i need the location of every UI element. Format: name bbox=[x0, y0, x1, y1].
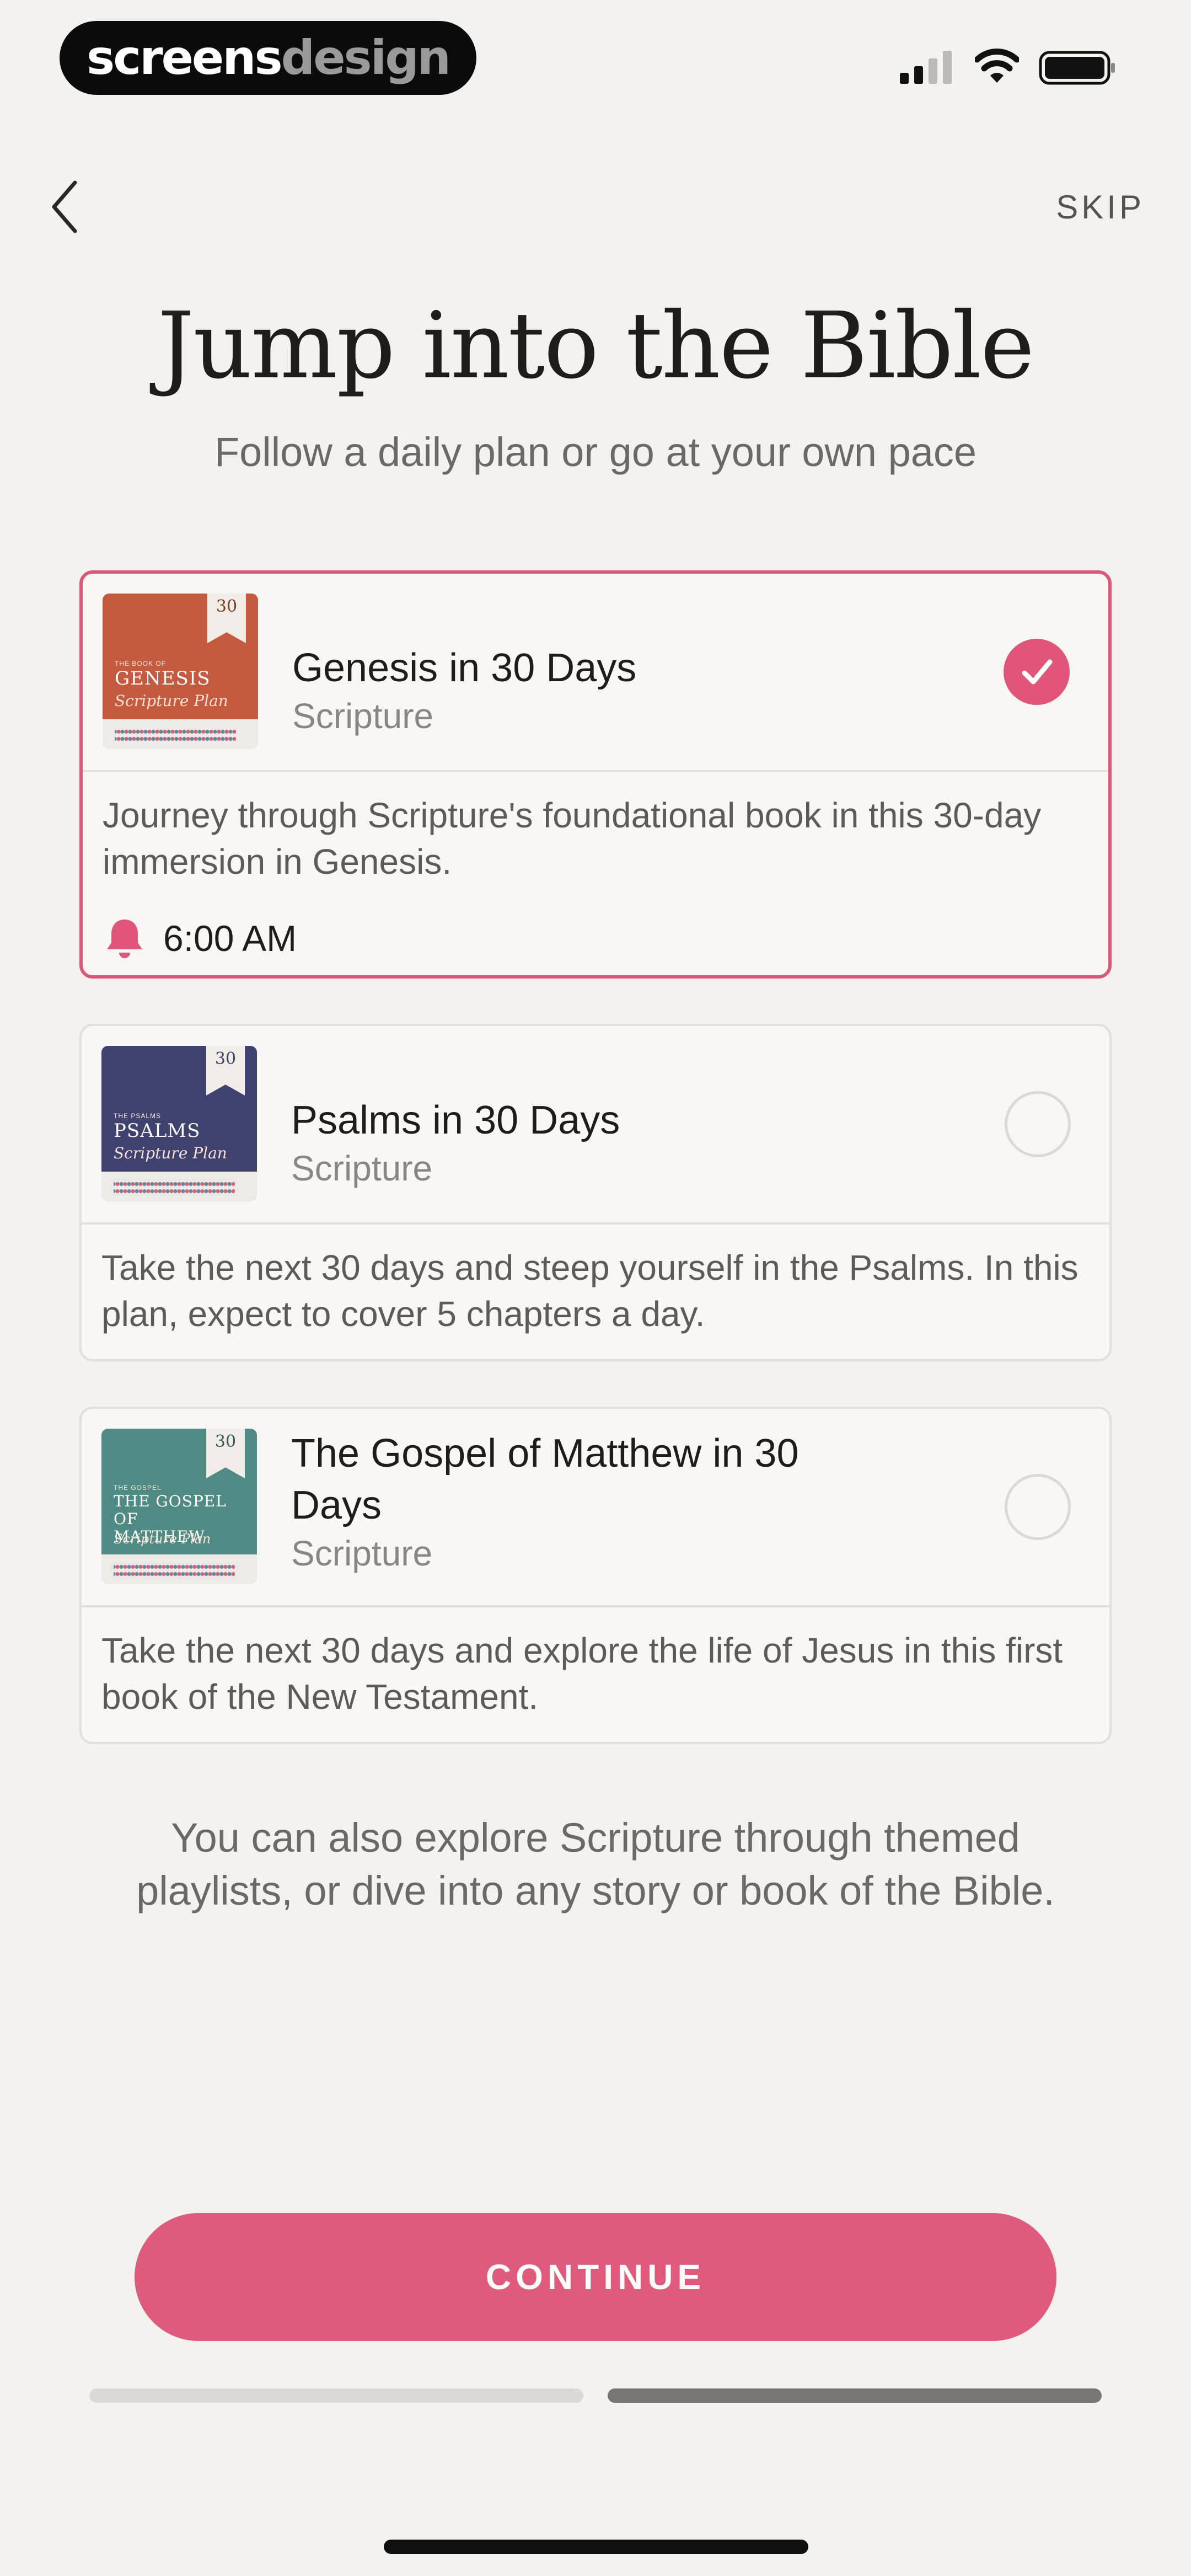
plan-category: Scripture bbox=[292, 696, 434, 736]
home-indicator[interactable] bbox=[384, 2540, 808, 2554]
page-title: Jump into the Bible bbox=[157, 293, 1035, 399]
screensdesign-logo: screens design bbox=[60, 21, 476, 95]
status-bar: screens design bbox=[0, 0, 1191, 127]
cover-background: 30 THE GOSPEL THE GOSPEL OF MATTHEW Scri… bbox=[101, 1429, 257, 1554]
logo-part-design: design bbox=[281, 30, 451, 85]
progress-segment-2 bbox=[608, 2388, 1102, 2403]
unselected-radio[interactable] bbox=[1005, 1091, 1071, 1157]
plan-card-matthew[interactable]: 30 THE GOSPEL THE GOSPEL OF MATTHEW Scri… bbox=[79, 1407, 1112, 1744]
plan-title: The Gospel of Matthew in 30 Days bbox=[291, 1431, 799, 1527]
plan-category: Scripture bbox=[291, 1533, 433, 1573]
explore-footnote: You can also explore Scripture through t… bbox=[136, 1815, 1055, 1914]
wifi-icon bbox=[975, 49, 1019, 83]
plan-cover-image: 30 THE PSALMS PSALMS Scripture Plan bbox=[101, 1046, 257, 1201]
battery-icon bbox=[1039, 51, 1115, 85]
signal-icon bbox=[900, 51, 952, 84]
cover-small-text: THE BOOK OF bbox=[115, 660, 167, 667]
cover-ribbon: 30 bbox=[206, 1046, 245, 1095]
plan-title: Genesis in 30 Days bbox=[292, 646, 637, 690]
unselected-radio[interactable] bbox=[1005, 1474, 1071, 1540]
bell-icon bbox=[107, 920, 142, 958]
plan-card-header: 30 THE BOOK OF GENESIS Scripture Plan Ge… bbox=[83, 574, 1108, 772]
cover-title: GENESIS bbox=[115, 667, 211, 690]
page-subtitle: Follow a daily plan or go at your own pa… bbox=[214, 429, 977, 475]
cover-background: 30 THE PSALMS PSALMS Scripture Plan bbox=[101, 1046, 257, 1172]
back-button[interactable] bbox=[43, 177, 87, 237]
plan-description: Take the next 30 days and steep yourself… bbox=[101, 1248, 1079, 1334]
progress-segment-1 bbox=[89, 2388, 583, 2403]
plan-title: Psalms in 30 Days bbox=[291, 1098, 620, 1142]
plan-category: Scripture bbox=[291, 1148, 433, 1188]
plan-description: Take the next 30 days and explore the li… bbox=[101, 1631, 1063, 1717]
cover-small-text: THE GOSPEL bbox=[114, 1484, 162, 1492]
continue-button[interactable]: CONTINUE bbox=[135, 2213, 1056, 2341]
reminder-time: 6:00 AM bbox=[163, 918, 297, 959]
plan-card-genesis[interactable]: 30 THE BOOK OF GENESIS Scripture Plan Ge… bbox=[79, 570, 1112, 979]
cover-subtitle: Scripture Plan bbox=[114, 1531, 211, 1547]
plan-description: Journey through Scripture's foundational… bbox=[103, 795, 1042, 881]
skip-button[interactable]: SKIP bbox=[1056, 185, 1145, 229]
checkmark-icon bbox=[1022, 659, 1053, 685]
cover-decoration bbox=[115, 728, 236, 742]
plan-card-header: 30 THE PSALMS PSALMS Scripture Plan Psal… bbox=[82, 1026, 1109, 1225]
logo-part-screens: screens bbox=[87, 30, 283, 85]
plan-cover-image: 30 THE BOOK OF GENESIS Scripture Plan bbox=[103, 594, 258, 749]
cover-title: PSALMS bbox=[114, 1120, 201, 1142]
cover-decoration bbox=[114, 1180, 235, 1195]
cover-ribbon: 30 bbox=[206, 1429, 245, 1478]
reminder-time-row[interactable]: 6:00 AM bbox=[103, 913, 297, 963]
selected-radio[interactable] bbox=[1004, 639, 1070, 705]
plan-card-header: 30 THE GOSPEL THE GOSPEL OF MATTHEW Scri… bbox=[82, 1409, 1109, 1607]
cover-decoration bbox=[114, 1563, 235, 1578]
cover-subtitle: Scripture Plan bbox=[115, 692, 228, 710]
cover-ribbon: 30 bbox=[207, 594, 246, 643]
onboarding-screen: screens design SKIP Jump into the Bible F… bbox=[0, 0, 1191, 2576]
cover-small-text: THE PSALMS bbox=[114, 1112, 162, 1120]
plan-card-psalms[interactable]: 30 THE PSALMS PSALMS Scripture Plan Psal… bbox=[79, 1024, 1112, 1361]
chevron-left-icon bbox=[52, 180, 77, 233]
plan-cover-image: 30 THE GOSPEL THE GOSPEL OF MATTHEW Scri… bbox=[101, 1429, 257, 1584]
cover-background: 30 THE BOOK OF GENESIS Scripture Plan bbox=[103, 594, 258, 719]
cover-subtitle: Scripture Plan bbox=[114, 1144, 227, 1162]
